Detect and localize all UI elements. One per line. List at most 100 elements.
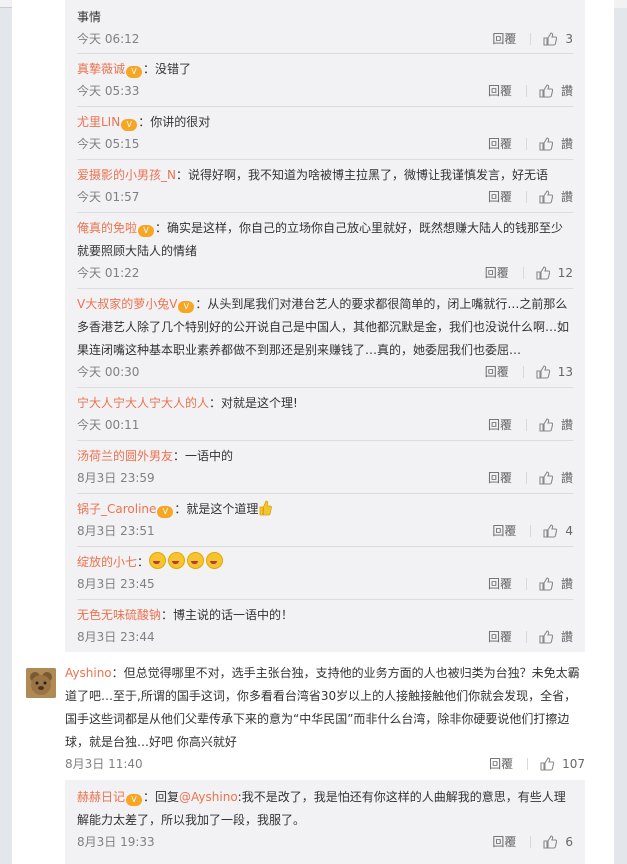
- divider: [530, 33, 532, 45]
- reply-text: ：对就是这个理!: [209, 396, 298, 410]
- divider: [525, 472, 527, 484]
- like-icon[interactable]: [539, 577, 553, 591]
- reply-button[interactable]: 回覆: [489, 753, 513, 775]
- reply-username[interactable]: 尤里LIN: [77, 115, 120, 129]
- reply-button[interactable]: 回覆: [492, 520, 516, 542]
- avatar[interactable]: [26, 668, 56, 698]
- reply-item: 真摯薇诚 V ：没错了 今天 05:33 回覆 讚: [77, 58, 573, 98]
- vip-badge-icon: V: [126, 66, 143, 78]
- reply-text: 事情: [77, 10, 102, 24]
- reply-divider: [77, 53, 573, 54]
- reply-divider: [77, 493, 573, 494]
- like-icon[interactable]: [539, 471, 553, 485]
- reply-username[interactable]: V大叔家的萝小兔V: [77, 297, 177, 311]
- divider: [530, 836, 532, 848]
- like-icon[interactable]: [539, 190, 553, 204]
- reply-item: 汤荷兰的圆外男友：一语中的 8月3日 23:59 回覆 讚: [77, 445, 573, 485]
- reply-button[interactable]: 回覆: [492, 831, 516, 853]
- mention-link[interactable]: @Ayshino: [179, 790, 238, 804]
- divider: [522, 267, 524, 279]
- like-count: 107: [562, 757, 585, 771]
- reply-button[interactable]: 回覆: [488, 80, 512, 102]
- reply-divider: [77, 546, 573, 547]
- reply-item: 无色无味硫酸钠：博主说的话一语中的！ 8月3日 23:44 回覆 讚: [77, 604, 573, 644]
- reply-button[interactable]: 回覆: [485, 262, 509, 284]
- reply-item: 锅子_Caroline V ：就是这个道理 8月3日 23:51 回覆 4: [77, 498, 573, 538]
- like-icon[interactable]: [539, 418, 553, 432]
- like-icon[interactable]: [539, 630, 553, 644]
- reply-username[interactable]: 锅子_Caroline: [77, 502, 156, 516]
- reply-username[interactable]: 赫赫日记: [77, 790, 125, 804]
- like-icon[interactable]: [539, 84, 553, 98]
- reply-button[interactable]: 回覆: [485, 361, 509, 383]
- reply-divider: [77, 212, 573, 213]
- vip-badge-icon: V: [138, 225, 155, 237]
- reply-text: ：一语中的: [173, 449, 234, 463]
- reply-time: 今天 00:30: [77, 365, 140, 379]
- like-count: 13: [557, 365, 573, 379]
- divider: [530, 525, 532, 537]
- reply-item: 宁大人宁大人宁大人的人：对就是这个理! 今天 00:11 回覆 讚: [77, 392, 573, 432]
- reply-time: 今天 05:15: [77, 137, 140, 151]
- divider: [525, 578, 527, 590]
- reply-text: ：说得好啊，我不知道为啥被博主拉黑了，微博让我谨慎发言，好无语: [175, 168, 548, 182]
- like-icon[interactable]: [536, 365, 550, 379]
- reply-item: V大叔家的萝小兔V V ：从头到尾我们对港台艺人的要求都很简单的，闭上嘴就行…之前那…: [77, 293, 573, 379]
- like-icon[interactable]: [543, 835, 558, 849]
- reply-item: 赫赫日记 V ：回复@Ayshino:我不是改了，我是怕还有你这样的人曲解我的意思，…: [77, 786, 573, 849]
- reply-button[interactable]: 回覆: [488, 573, 512, 595]
- like-count: 4: [565, 524, 573, 538]
- reply-time: 8月3日 23:51: [77, 524, 155, 538]
- reply-button[interactable]: 回覆: [488, 133, 512, 155]
- like-count: 3: [565, 32, 573, 46]
- reply-button[interactable]: 回覆: [488, 626, 512, 648]
- comment-username[interactable]: Ayshino: [65, 666, 112, 680]
- reply-divider: [77, 159, 573, 160]
- reply-time: 今天 01:22: [77, 266, 140, 280]
- reply-item: 事情: [77, 6, 573, 29]
- comment-item: Ayshino：但总觉得哪里不对，选手主张台独，支持他的业务方面的人也被归类为台…: [65, 662, 585, 771]
- divider: [527, 758, 529, 770]
- like-icon[interactable]: [543, 524, 558, 538]
- reply-item: 爱摄影的小男孩_N：说得好啊，我不知道为啥被博主拉黑了，微博让我谨慎发言，好无语…: [77, 164, 573, 204]
- vip-badge-icon: V: [157, 506, 174, 518]
- like-count: 讚: [560, 418, 573, 432]
- thumbs-up-emoji-icon: [260, 500, 273, 516]
- reply-button[interactable]: 回覆: [488, 186, 512, 208]
- reply-text: ：就是这个道理: [174, 502, 259, 516]
- reply-button[interactable]: 回覆: [488, 414, 512, 436]
- like-icon[interactable]: [536, 266, 550, 280]
- like-icon[interactable]: [540, 757, 555, 771]
- reply-time: 8月3日 23:45: [77, 577, 155, 591]
- like-count: 6: [565, 835, 573, 849]
- divider: [522, 366, 524, 378]
- vip-badge-icon: V: [121, 119, 138, 131]
- reply-button[interactable]: 回覆: [488, 467, 512, 489]
- reply-divider: [77, 599, 573, 600]
- reply-divider: [77, 106, 573, 107]
- divider: [525, 419, 527, 431]
- reply-button[interactable]: 回覆: [492, 28, 516, 50]
- reply-username[interactable]: 汤荷兰的圆外男友: [77, 449, 173, 463]
- like-count: 讚: [560, 84, 573, 98]
- reply-text: ：: [137, 555, 150, 569]
- reply-item: 绽放的小七： 8月3日 23:45 回覆 讚: [77, 551, 573, 591]
- reply-username[interactable]: 宁大人宁大人宁大人的人: [77, 396, 209, 410]
- reply-divider: [77, 387, 573, 388]
- like-icon[interactable]: [543, 32, 558, 46]
- crying-emoji-icon: [206, 552, 224, 569]
- reply-time: 今天 00:11: [77, 418, 140, 432]
- vip-badge-icon: V: [126, 794, 143, 806]
- reply-prefix: ：回复: [143, 790, 180, 804]
- like-icon[interactable]: [539, 137, 553, 151]
- reply-username[interactable]: 真摯薇诚: [77, 62, 125, 76]
- comment-time: 8月3日 11:40: [65, 757, 143, 771]
- divider: [525, 631, 527, 643]
- reply-username[interactable]: 俺真的免啦: [77, 221, 137, 235]
- reply-username[interactable]: 绽放的小七: [77, 555, 137, 569]
- divider: [525, 191, 527, 203]
- reply-username[interactable]: 爱摄影的小男孩_N: [77, 168, 176, 182]
- reply-divider: [77, 288, 573, 289]
- reply-divider: [77, 440, 573, 441]
- reply-username[interactable]: 无色无味硫酸钠: [77, 608, 161, 622]
